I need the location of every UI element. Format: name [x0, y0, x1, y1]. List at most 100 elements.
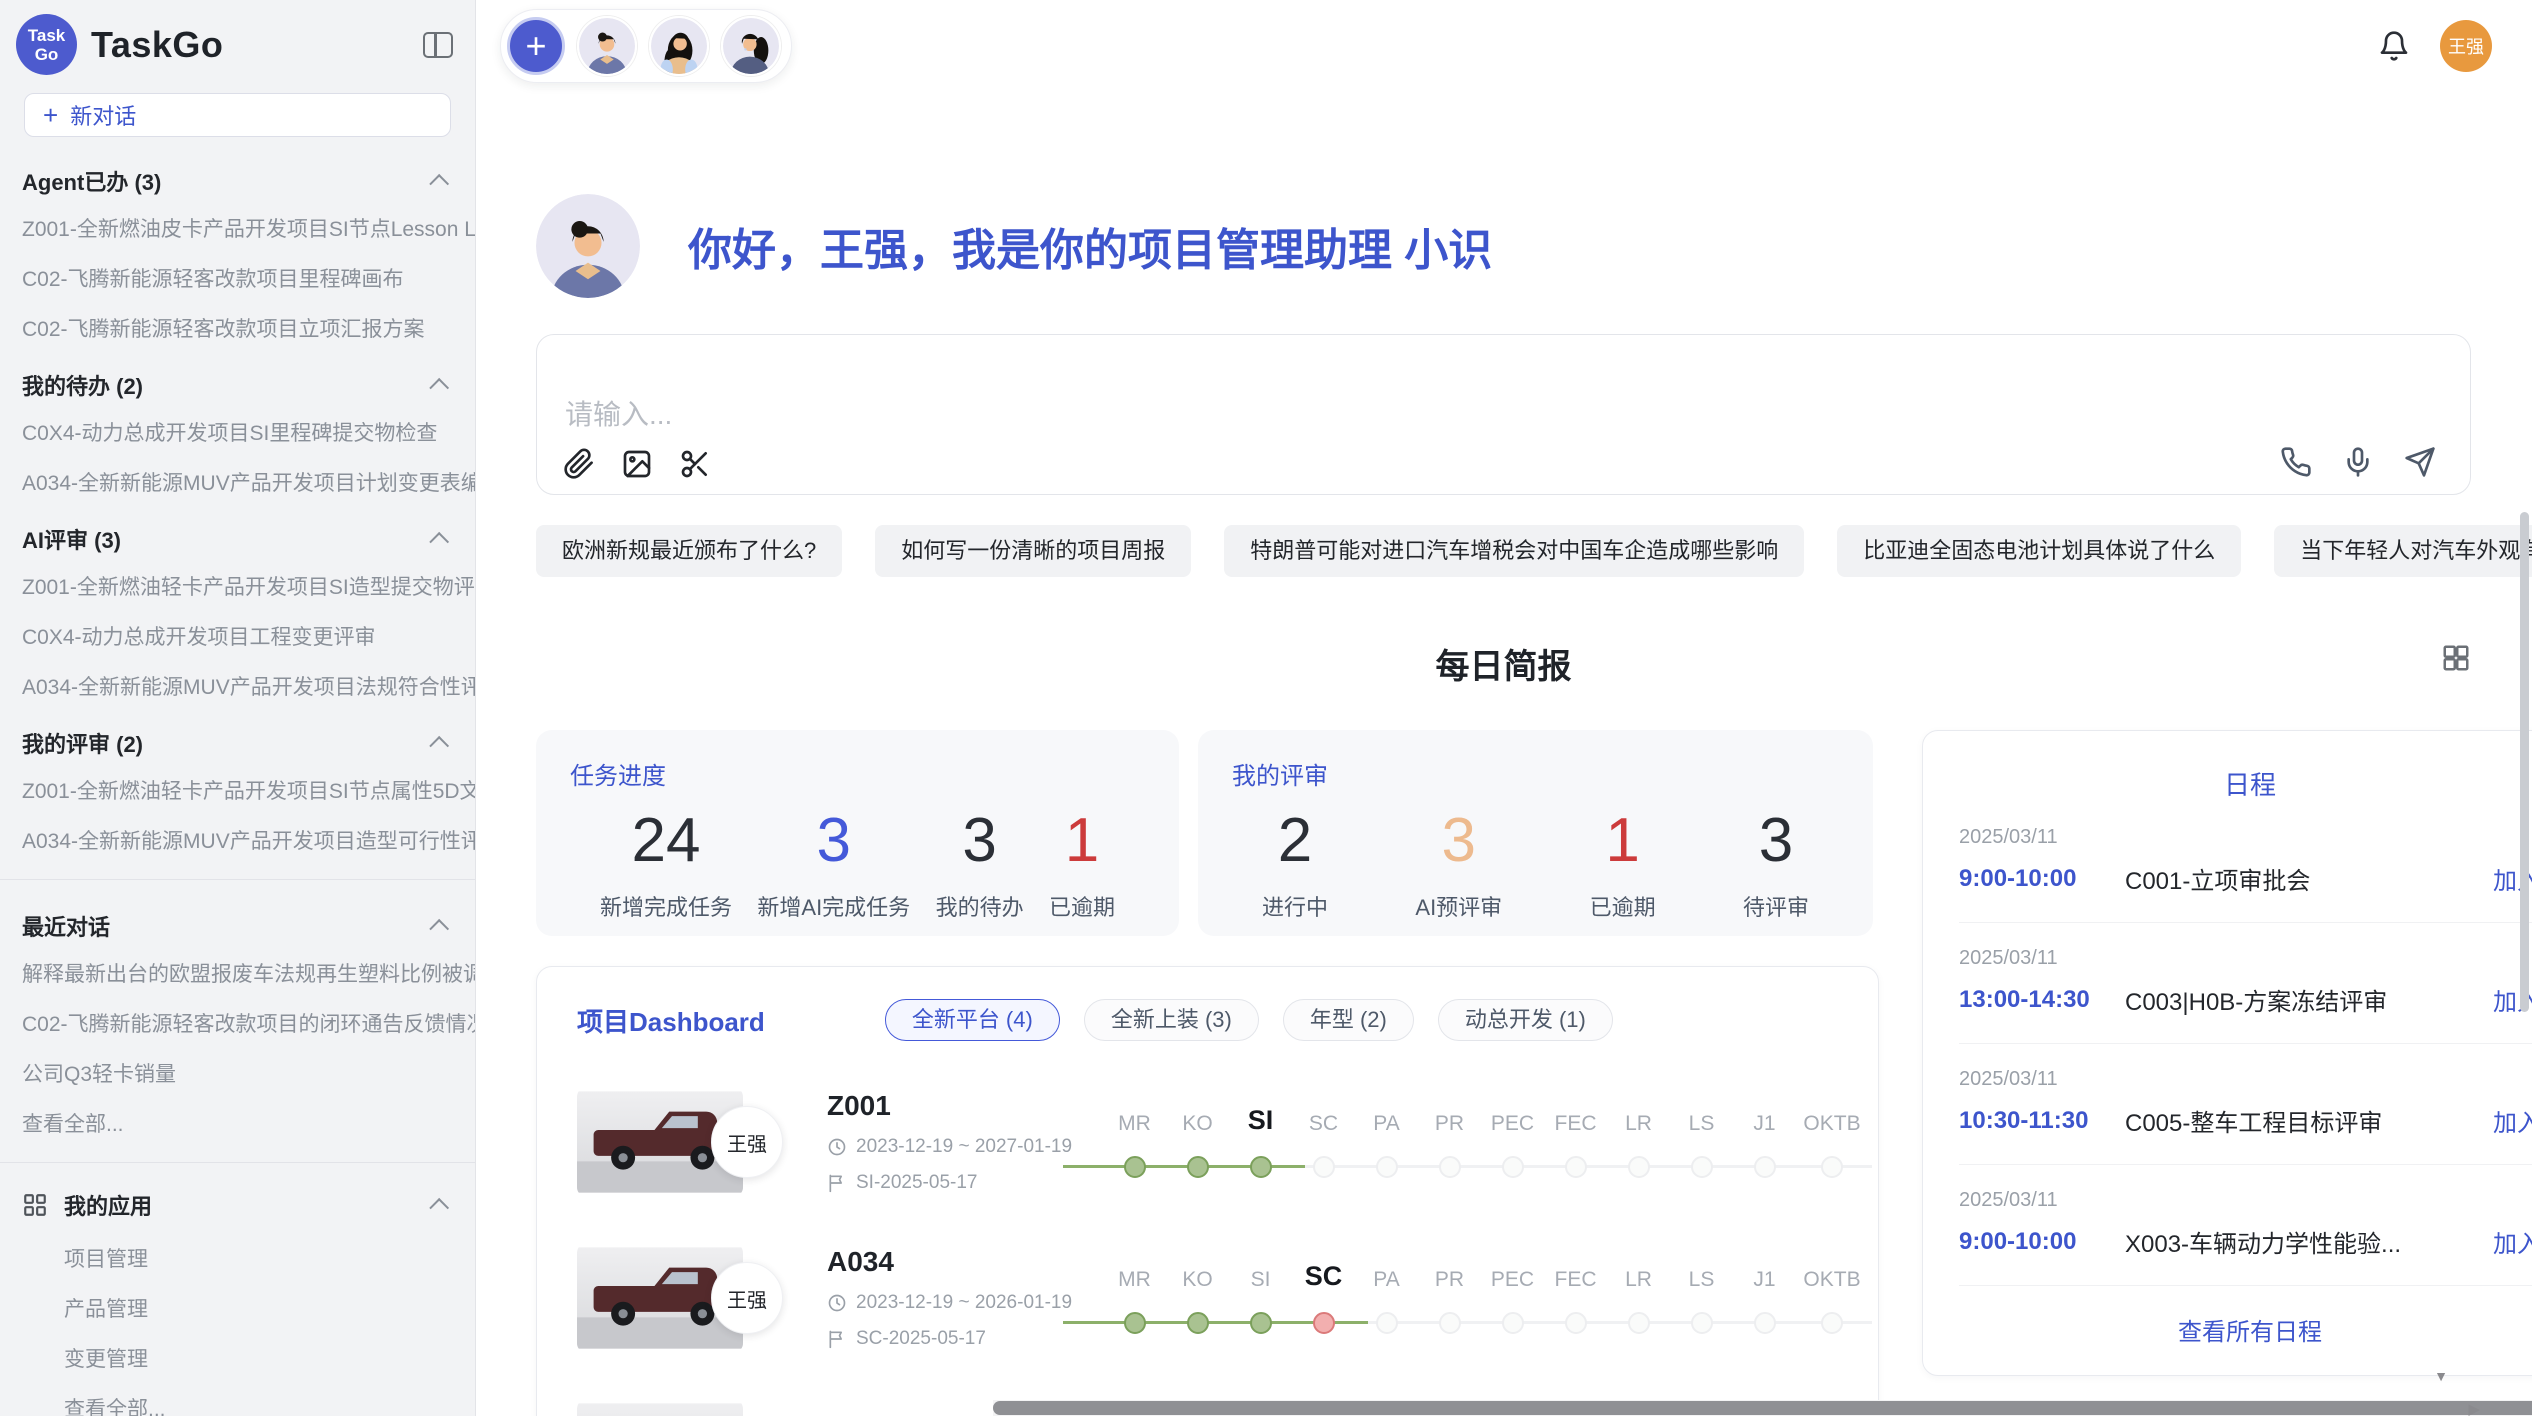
- join-link[interactable]: 加入: [2493, 1224, 2532, 1259]
- phone-call-icon[interactable]: [2280, 446, 2312, 478]
- sidebar-item[interactable]: C02-飞腾新能源轻客改款项目里程碑画布: [0, 253, 475, 303]
- app-logo-top: Task: [28, 26, 66, 45]
- stat-new-ai-done: 3 新增AI完成任务: [757, 805, 910, 922]
- hero: 你好，王强，我是你的项目管理助理 小识: [536, 194, 2471, 298]
- recent-chat-item[interactable]: 公司Q3轻卡销量: [0, 1048, 475, 1098]
- image-icon[interactable]: [621, 448, 653, 480]
- chevron-up-icon: [429, 1198, 449, 1218]
- event-date: 2025/03/11: [1959, 1068, 2532, 1091]
- chevron-up-icon: [429, 174, 449, 194]
- milestone-label-current: SI: [1248, 1105, 1274, 1135]
- section-ai-review[interactable]: AI评审 (3): [0, 507, 475, 561]
- app-item-change-mgmt[interactable]: 变更管理: [0, 1333, 475, 1383]
- section-my-todo[interactable]: 我的待办 (2): [0, 353, 475, 407]
- apps-view-all[interactable]: 查看全部...: [0, 1383, 475, 1416]
- send-icon[interactable]: [2404, 446, 2436, 478]
- user-avatar[interactable]: 王强: [2440, 20, 2492, 72]
- milestone-label: LR: [1625, 1268, 1652, 1291]
- attachment-icon[interactable]: [563, 448, 595, 480]
- my-review-title: 我的评审: [1232, 756, 1839, 791]
- horizontal-scrollbar-thumb[interactable]: [993, 1401, 2532, 1415]
- horizontal-scrollbar[interactable]: ▶: [993, 1400, 2532, 1416]
- sidebar-item[interactable]: C0X4-动力总成开发项目工程变更评审: [0, 611, 475, 661]
- milestone-dot: [1376, 1312, 1398, 1334]
- milestone-label: LS: [1689, 1112, 1715, 1135]
- milestone-dot: [1754, 1156, 1776, 1178]
- app-logo: Task Go: [16, 14, 77, 75]
- chevron-up-icon: [429, 919, 449, 939]
- clock-icon: [827, 1293, 847, 1313]
- clock-icon: [827, 1137, 847, 1157]
- sidebar-item[interactable]: C0X4-动力总成开发项目SI里程碑提交物检查: [0, 407, 475, 457]
- sidebar-item[interactable]: A034-全新新能源MUV产品开发项目计划变更表编写: [0, 457, 475, 507]
- suggestion-chip[interactable]: 当下年轻人对汽车外观有怎样的喜好趋势: [2274, 525, 2532, 577]
- agent-avatar-1[interactable]: [577, 16, 637, 76]
- app-item-project-mgmt[interactable]: 项目管理: [0, 1233, 475, 1283]
- event-time: 9:00-10:00: [1959, 865, 2125, 893]
- milestone-label: OKTB: [1803, 1112, 1860, 1135]
- sidebar-item[interactable]: Z001-全新燃油轻卡产品开发项目SI造型提交物评审: [0, 561, 475, 611]
- stat-review-overdue: 1 已逾期: [1590, 805, 1656, 922]
- suggestion-chip[interactable]: 欧洲新规最近颁布了什么?: [536, 525, 842, 577]
- milestone-label: OKTB: [1803, 1268, 1860, 1291]
- sidebar-item[interactable]: C02-飞腾新能源轻客改款项目立项汇报方案: [0, 303, 475, 353]
- join-link[interactable]: 加入: [2493, 1103, 2532, 1138]
- recent-chat-item[interactable]: 解释最新出台的欧盟报废车法规再生塑料比例被调至15%...: [0, 948, 475, 998]
- recent-view-all[interactable]: 查看全部...: [0, 1098, 475, 1148]
- suggestion-chip[interactable]: 特朗普可能对进口汽车增税会对中国车企造成哪些影响: [1224, 525, 1804, 577]
- dashboard-tabs: 全新平台 (4) 全新上装 (3) 年型 (2) 动总开发 (1): [885, 999, 1613, 1041]
- tab-new-body[interactable]: 全新上装 (3): [1084, 999, 1259, 1041]
- topbar: + 王强: [476, 0, 2532, 82]
- collapse-sidebar-icon[interactable]: [423, 32, 453, 58]
- section-agent-done[interactable]: Agent已办 (3): [0, 149, 475, 203]
- stats-row: 任务进度 24 新增完成任务 3 新增AI完成任务 3: [536, 730, 1879, 936]
- project-row-a034[interactable]: 王强 A034 2023-12-19 ~ 2026-01-19 SC-2025-…: [577, 1243, 1838, 1353]
- milestone-label: PEC: [1491, 1112, 1534, 1135]
- section-my-review[interactable]: 我的评审 (2): [0, 711, 475, 765]
- scroll-down-indicator[interactable]: ▼: [2434, 1368, 2448, 1384]
- chat-input[interactable]: [565, 393, 1918, 441]
- microphone-icon[interactable]: [2342, 446, 2374, 478]
- daily-brief-header: 每日简报: [536, 639, 2471, 688]
- agent-avatar-3[interactable]: [721, 16, 781, 76]
- view-all-schedule-link[interactable]: 查看所有日程: [1959, 1286, 2532, 1355]
- event-title: C001-立项审批会: [2125, 861, 2479, 896]
- layout-grid-icon[interactable]: [2441, 643, 2471, 673]
- milestone-dot: [1376, 1156, 1398, 1178]
- scroll-right-arrow[interactable]: ▶: [2468, 1400, 2480, 1416]
- project-row-z001[interactable]: 王强 Z001 2023-12-19 ~ 2027-01-19 SI-2025-…: [577, 1087, 1838, 1197]
- scissors-icon[interactable]: [679, 448, 711, 480]
- flag-icon: [827, 1173, 847, 1193]
- suggestion-chip[interactable]: 比亚迪全固态电池计划具体说了什么: [1837, 525, 2241, 577]
- daily-brief-title: 每日简报: [1436, 648, 1572, 686]
- tab-new-platform[interactable]: 全新平台 (4): [885, 999, 1060, 1041]
- schedule-event: 2025/03/11 9:00-10:00 C001-立项审批会 加入: [1959, 802, 2532, 923]
- event-title: X003-车辆动力学性能验...: [2125, 1224, 2479, 1259]
- milestone-label: J1: [1753, 1268, 1775, 1291]
- notification-bell-icon[interactable]: [2378, 30, 2410, 62]
- my-review-card: 我的评审 2 进行中 3 AI预评审 1: [1198, 730, 1873, 936]
- milestone-label: KO: [1182, 1112, 1212, 1135]
- suggestion-chip[interactable]: 如何写一份清晰的项目周报: [875, 525, 1191, 577]
- vertical-scrollbar-thumb[interactable]: [2520, 512, 2529, 1012]
- section-recent-chats[interactable]: 最近对话: [0, 894, 475, 948]
- agent-avatar-2[interactable]: [649, 16, 709, 76]
- sidebar-item-my-apps[interactable]: 我的应用: [0, 1177, 475, 1233]
- sidebar-item[interactable]: Z001-全新燃油皮卡产品开发项目SI节点Lesson Learn报告: [0, 203, 475, 253]
- tab-model-year[interactable]: 年型 (2): [1283, 999, 1414, 1041]
- task-progress-card: 任务进度 24 新增完成任务 3 新增AI完成任务 3: [536, 730, 1179, 936]
- tab-powertrain[interactable]: 动总开发 (1): [1438, 999, 1613, 1041]
- schedule-card: 日程 2025/03/11 9:00-10:00 C001-立项审批会 加入 2…: [1922, 730, 2532, 1376]
- sidebar-item[interactable]: A034-全新新能源MUV产品开发项目法规符合性评审: [0, 661, 475, 711]
- milestone-dot: [1439, 1156, 1461, 1178]
- new-chat-button[interactable]: + 新对话: [24, 93, 451, 137]
- sidebar-item[interactable]: Z001-全新燃油轻卡产品开发项目SI节点属性5D文件评审: [0, 765, 475, 815]
- left-column: 任务进度 24 新增完成任务 3 新增AI完成任务 3: [536, 730, 1879, 1416]
- sidebar-item[interactable]: A034-全新新能源MUV产品开发项目造型可行性评审: [0, 815, 475, 865]
- app-item-product-mgmt[interactable]: 产品管理: [0, 1283, 475, 1333]
- recent-chat-item[interactable]: C02-飞腾新能源轻客改款项目的闭环通告反馈情况: [0, 998, 475, 1048]
- add-agent-button[interactable]: +: [507, 17, 565, 75]
- project-milestone-date: SI-2025-05-17: [856, 1172, 977, 1194]
- stat-overdue: 1 已逾期: [1049, 805, 1115, 922]
- schedule-event: 2025/03/11 9:00-10:00 X003-车辆动力学性能验... 加…: [1959, 1165, 2532, 1286]
